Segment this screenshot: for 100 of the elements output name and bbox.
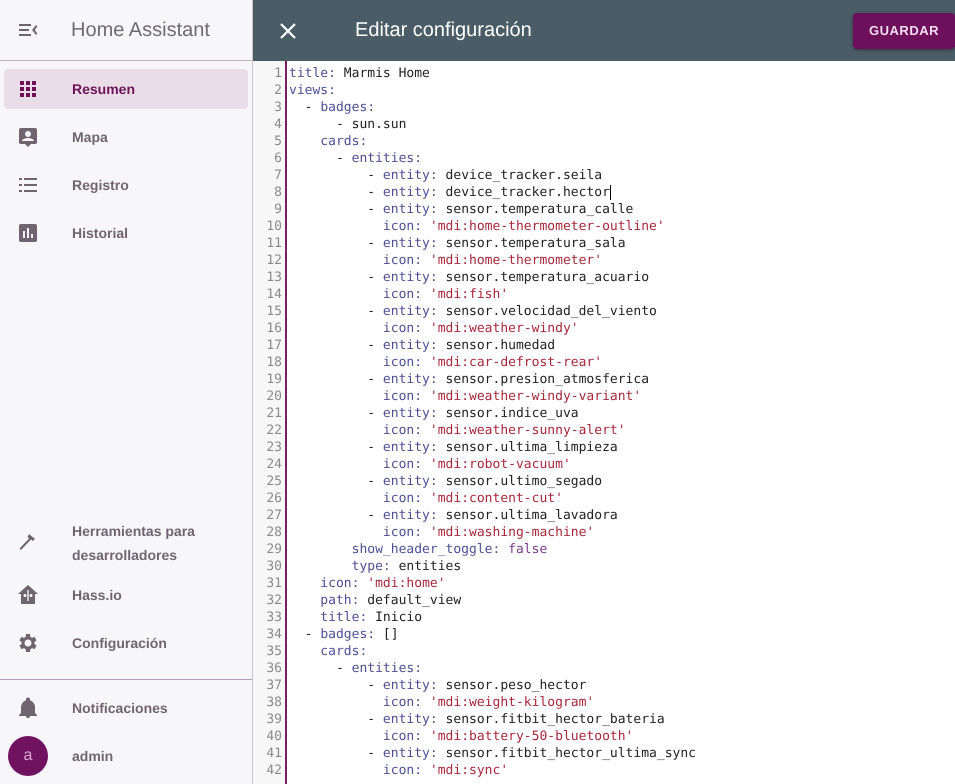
code-line: - entities:	[334, 660, 422, 677]
user-item[interactable]: a admin	[4, 736, 248, 776]
code-line: title: Inicio	[319, 609, 422, 626]
code-line: - entity: sensor.ultima_lavadora	[366, 507, 618, 524]
bell-icon	[16, 696, 40, 720]
line-number: 22	[265, 422, 282, 439]
sidebar-item[interactable]: Herramientas para desarrolladores	[4, 519, 248, 567]
code-line: icon: 'mdi:home-thermometer-outline'	[382, 218, 665, 235]
line-number: 40	[265, 728, 282, 745]
house-circuit-icon	[16, 583, 40, 607]
save-button[interactable]: GUARDAR	[853, 12, 955, 48]
line-number: 10	[265, 218, 282, 235]
sidebar-item[interactable]: Hass.io	[4, 575, 248, 615]
line-number: 17	[265, 337, 282, 354]
code-line: - entities:	[334, 150, 422, 167]
code-line: icon: 'mdi:fish'	[382, 286, 508, 303]
sidebar-item[interactable]: Mapa	[4, 117, 248, 157]
line-number: 21	[265, 405, 282, 422]
code-line: type: entities	[350, 558, 462, 575]
line-number: 26	[265, 490, 282, 507]
code-line: icon: 'mdi:content-cut'	[382, 490, 563, 507]
code-line: icon: 'mdi:home-thermometer'	[382, 252, 602, 269]
line-number: 4	[273, 116, 282, 133]
line-number: 35	[265, 643, 282, 660]
code-line: icon: 'mdi:battery-50-bluetooth'	[382, 728, 634, 745]
code-line: - entity: sensor.temperatura_acuario	[366, 269, 650, 286]
line-number: 27	[265, 507, 282, 524]
code-line: icon: 'mdi:weather-windy'	[382, 320, 579, 337]
line-number: 37	[265, 677, 282, 694]
sidebar-item[interactable]: Registro	[4, 165, 248, 205]
sidebar-item[interactable]: Historial	[4, 213, 248, 253]
line-number: 5	[273, 133, 282, 150]
line-number: 14	[265, 286, 282, 303]
line-number: 13	[265, 269, 282, 286]
line-number: 28	[265, 524, 282, 541]
person-pin-icon	[16, 125, 40, 149]
line-number: 33	[265, 609, 282, 626]
code-line: icon: 'mdi:robot-vacuum'	[382, 456, 571, 473]
line-number: 9	[273, 201, 282, 218]
code-line: - badges:	[304, 99, 376, 116]
line-number: 19	[265, 371, 282, 388]
line-number: 31	[265, 575, 282, 592]
line-number: 39	[265, 711, 282, 728]
line-number: 23	[265, 439, 282, 456]
sidebar-item[interactable]: Configuración	[4, 623, 248, 663]
code-line: - entity: device_tracker.hector	[366, 184, 611, 201]
code-line: icon: 'mdi:car-defrost-rear'	[382, 354, 602, 371]
code-line: - entity: sensor.temperatura_calle	[366, 201, 634, 218]
code-line: - entity: sensor.peso_hector	[366, 677, 586, 694]
line-number: 38	[265, 694, 282, 711]
line-number: 41	[265, 745, 282, 762]
line-number: 15	[265, 303, 282, 320]
code-line: - entity: sensor.ultimo_segado	[366, 473, 602, 490]
line-number: 24	[265, 456, 282, 473]
line-number: 7	[273, 167, 282, 184]
line-number: 1	[273, 65, 282, 82]
line-number: 3	[273, 99, 282, 116]
line-number: 12	[265, 252, 282, 269]
code-line: - entity: sensor.presion_atmosferica	[366, 371, 650, 388]
avatar: a	[8, 736, 48, 776]
code-line: - entity: sensor.humedad	[366, 337, 556, 354]
code-line: cards:	[319, 133, 368, 150]
code-line: icon: 'mdi:sync'	[382, 762, 508, 779]
line-number: 16	[265, 320, 282, 337]
line-number: 42	[265, 762, 282, 779]
line-number: 2	[273, 82, 282, 99]
bar-chart-icon	[16, 221, 40, 245]
line-number: 36	[265, 660, 282, 677]
line-number: 25	[265, 473, 282, 490]
line-number: 18	[265, 354, 282, 371]
code-line: show_header_toggle: false	[350, 541, 548, 558]
line-number: 6	[273, 150, 282, 167]
code-line: views:	[289, 82, 336, 99]
dialog-title: Editar configuración	[355, 19, 533, 42]
code-line: - entity: sensor.velocidad_del_viento	[366, 303, 657, 320]
code-line: icon: 'mdi:weight-kilogram'	[382, 694, 594, 711]
line-number: 11	[265, 235, 282, 252]
sidebar-item[interactable]: Notificaciones	[4, 688, 248, 728]
code-line: - badges: []	[304, 626, 399, 643]
code-line: path: default_view	[319, 592, 462, 609]
code-line: - entity: device_tracker.seila	[366, 167, 602, 184]
code-line: - entity: sensor.fitbit_hector_ultima_sync	[366, 745, 696, 762]
code-line: - entity: sensor.ultima_limpieza	[366, 439, 618, 456]
code-line: cards:	[319, 643, 368, 660]
code-line: - sun.sun	[334, 116, 406, 133]
line-number: 29	[265, 541, 282, 558]
line-number: 34	[265, 626, 282, 643]
line-number: 32	[265, 592, 282, 609]
line-number: 8	[273, 184, 282, 201]
sidebar-item[interactable]: Resumen	[4, 69, 248, 109]
line-number: 20	[265, 388, 282, 405]
code-line: icon: 'mdi:weather-windy-variant'	[382, 388, 642, 405]
code-line: icon: 'mdi:washing-machine'	[382, 524, 594, 541]
app-title: Home Assistant	[71, 18, 210, 42]
code-line: - entity: sensor.fitbit_hector_bateria	[366, 711, 665, 728]
code-line: icon: 'mdi:weather-sunny-alert'	[382, 422, 626, 439]
code-line: - entity: sensor.temperatura_sala	[366, 235, 626, 252]
code-line: - entity: sensor.indice_uva	[366, 405, 579, 422]
line-number: 30	[265, 558, 282, 575]
code-line: icon: 'mdi:home'	[319, 575, 446, 592]
